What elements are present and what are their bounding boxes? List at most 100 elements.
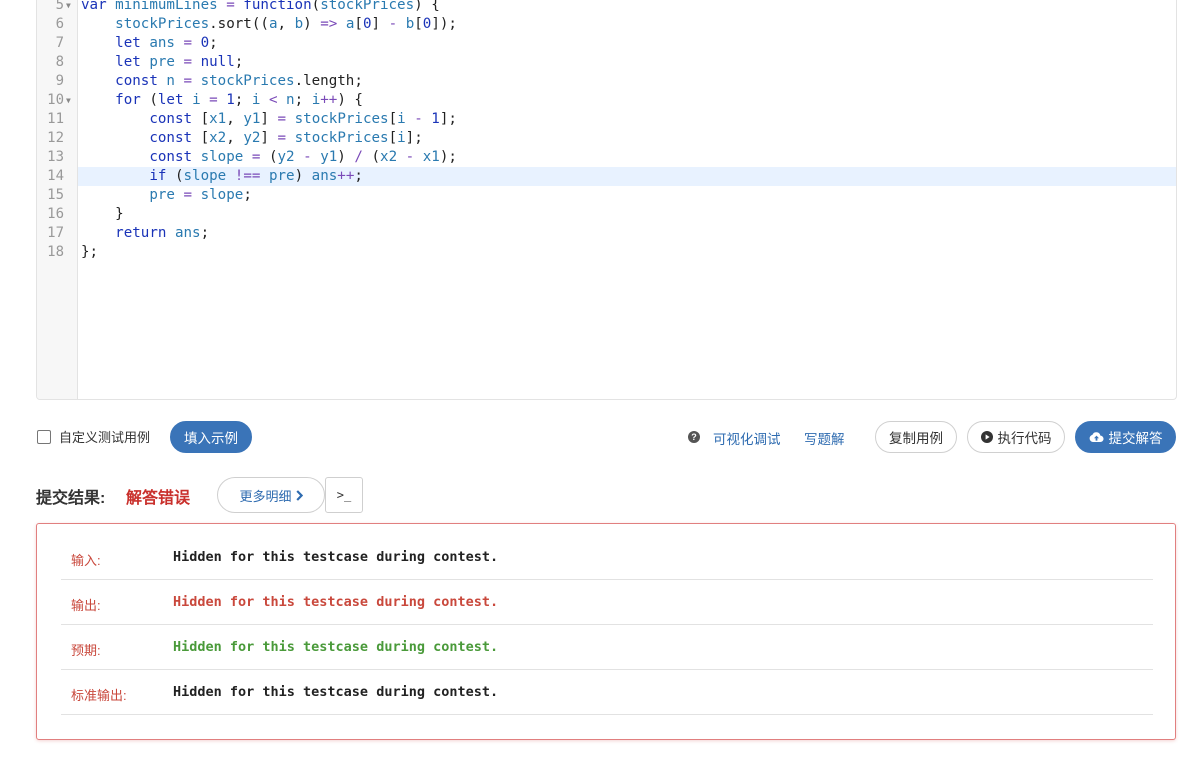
code-line[interactable]: 10 ▼ for (let i = 1; i < n; i++) {: [37, 91, 1176, 110]
code-token: -: [388, 16, 398, 32]
run-code-label: 执行代码: [997, 431, 1052, 446]
code-token: n: [286, 92, 295, 108]
code-token: .sort((: [209, 16, 269, 32]
write-solution-link[interactable]: 写题解: [804, 428, 845, 448]
code-token: ;: [234, 92, 252, 108]
row-label: 输出:: [71, 598, 101, 613]
code-token: const: [115, 73, 167, 89]
line-number: 10: [47, 92, 64, 108]
code-line[interactable]: 14 if (slope !== pre) ans++;: [37, 167, 1176, 186]
code-token: x1: [209, 111, 227, 127]
line-number: 18: [47, 244, 64, 260]
code-lines[interactable]: 5 ▼ var minimumLines = function(stockPrice…: [37, 0, 1176, 262]
code-line[interactable]: 12 const [x2, y2] = stockPrices[i];: [37, 129, 1176, 148]
code-token: !==: [226, 168, 269, 184]
code-token: (: [149, 92, 158, 108]
submission-result-header: 提交结果: 解答错误 更多明细 >_: [36, 477, 436, 513]
code-token: ]: [260, 111, 278, 127]
code-token: =: [174, 73, 201, 89]
submit-button[interactable]: 提交解答: [1075, 421, 1176, 453]
code-token: stockPrices: [294, 111, 389, 127]
code-token: const: [149, 111, 201, 127]
row-label: 输入:: [71, 553, 101, 568]
code-line[interactable]: 11 const [x1, y1] = stockPrices[i - 1];: [37, 110, 1176, 129]
code-text: const [x1, y1] = stockPrices[i - 1];: [78, 110, 1176, 129]
code-line[interactable]: 7 let ans = 0;: [37, 34, 1176, 53]
code-line[interactable]: 5 ▼ var minimumLines = function(stockPrice…: [37, 0, 1176, 15]
code-token: for: [115, 92, 150, 108]
code-text: var minimumLines = function(stockPrices)…: [78, 0, 1176, 15]
code-token: return: [115, 225, 175, 241]
code-token: -: [397, 149, 423, 165]
code-token: i: [397, 130, 406, 146]
code-token: };: [81, 244, 99, 260]
code-token: ]: [260, 130, 278, 146]
code-line[interactable]: 9 const n = stockPrices.length;: [37, 72, 1176, 91]
question-circle-icon[interactable]: ?: [688, 431, 700, 443]
run-code-button[interactable]: 执行代码: [967, 421, 1065, 453]
code-token: ;: [200, 225, 210, 241]
line-number: 16: [47, 206, 64, 222]
code-token: ;: [234, 54, 244, 70]
code-line[interactable]: 18};: [37, 243, 1176, 262]
code-line[interactable]: 16 }: [37, 205, 1176, 224]
code-line[interactable]: 13 const slope = (y2 - y1) / (x2 - x1);: [37, 148, 1176, 167]
code-line[interactable]: 17 return ans;: [37, 224, 1176, 243]
code-token: x2: [209, 130, 227, 146]
code-token: pre: [149, 54, 175, 70]
code-token: ;: [243, 187, 252, 203]
code-line[interactable]: 6 stockPrices.sort((a, b) => a[0] - b[0]…: [37, 15, 1176, 34]
line-number: 17: [47, 225, 64, 241]
visual-debug-link[interactable]: 可视化调试: [713, 428, 781, 448]
fold-arrow-icon[interactable]: ▼: [66, 0, 71, 15]
custom-test-case-toggle[interactable]: 自定义测试用例: [36, 427, 150, 446]
code-token: =: [277, 130, 287, 146]
code-token: n: [166, 73, 175, 89]
code-token: const: [149, 149, 201, 165]
fill-example-button[interactable]: 填入示例: [170, 421, 252, 453]
custom-test-checkbox[interactable]: [37, 429, 51, 444]
more-details-button[interactable]: 更多明细: [217, 477, 325, 513]
code-editor[interactable]: 5 ▼ var minimumLines = function(stockPrice…: [36, 0, 1177, 400]
code-token: let: [157, 92, 193, 108]
code-token: ): [303, 16, 321, 32]
line-number: 13: [47, 149, 64, 165]
terminal-button[interactable]: >_: [325, 477, 363, 513]
code-token: slope: [200, 187, 244, 203]
line-number: 7: [55, 35, 64, 51]
code-token: b: [405, 16, 415, 32]
line-number: 9: [55, 73, 64, 89]
fold-arrow-icon[interactable]: ▼: [66, 91, 71, 110]
code-token: stockPrices: [200, 73, 295, 89]
code-token: ans: [174, 225, 201, 241]
code-token: [: [354, 16, 363, 32]
result-row-expected: 预期: Hidden for this testcase during cont…: [61, 624, 1153, 670]
code-line[interactable]: 15 pre = slope;: [37, 186, 1176, 205]
row-value: Hidden for this testcase during contest.: [173, 684, 499, 700]
code-token: 1: [226, 92, 235, 108]
copy-case-button[interactable]: 复制用例: [875, 421, 957, 453]
code-token: .length;: [294, 73, 363, 89]
code-token: ;: [209, 35, 218, 51]
code-text: stockPrices.sort((a, b) => a[0] - b[0]);: [78, 15, 1176, 34]
code-token: [: [200, 111, 210, 127]
code-text: for (let i = 1; i < n; i++) {: [78, 91, 1176, 110]
code-token: -: [405, 111, 432, 127]
play-circle-icon: [980, 431, 993, 443]
code-token: slope: [183, 168, 227, 184]
code-text: if (slope !== pre) ans++;: [78, 167, 1176, 186]
code-token: }: [81, 206, 124, 222]
code-token: =: [174, 54, 201, 70]
code-token: (: [311, 0, 321, 13]
line-number: 15: [47, 187, 64, 203]
code-line[interactable]: 8 let pre = null;: [37, 53, 1176, 72]
code-token: [: [388, 111, 398, 127]
row-value: Hidden for this testcase during contest.: [173, 594, 499, 610]
